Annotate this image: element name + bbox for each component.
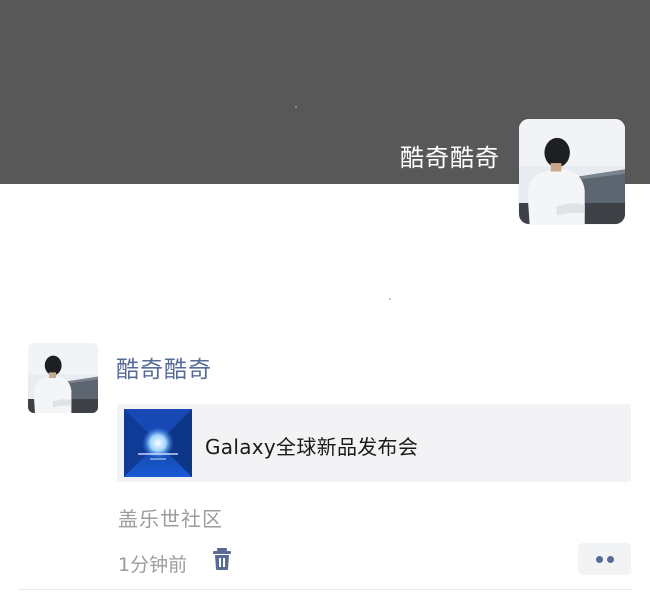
- cover-speck: [295, 106, 297, 108]
- post-author-name[interactable]: 酷奇酷奇: [116, 350, 212, 384]
- person-photo-icon: [28, 343, 98, 413]
- link-title: Galaxy全球新品发布会: [205, 435, 419, 459]
- profile-avatar[interactable]: [519, 119, 625, 224]
- person-photo-icon: [519, 119, 625, 224]
- post-time: 1分钟前: [118, 554, 188, 576]
- background-speck: [389, 298, 391, 300]
- profile-name[interactable]: 酷奇酷奇: [400, 138, 500, 173]
- more-dots-icon: [607, 556, 614, 563]
- post-author-avatar[interactable]: [28, 343, 98, 413]
- more-dots-icon: [596, 556, 603, 563]
- post-source[interactable]: 盖乐世社区: [118, 503, 223, 532]
- trash-icon[interactable]: [211, 547, 233, 571]
- shared-link-card[interactable]: Galaxy全球新品发布会: [117, 404, 631, 482]
- more-actions-button[interactable]: [578, 543, 631, 575]
- galaxy-event-thumbnail: [124, 409, 192, 477]
- post-divider: [18, 589, 632, 590]
- galaxy-thumbnail-icon: [124, 409, 192, 477]
